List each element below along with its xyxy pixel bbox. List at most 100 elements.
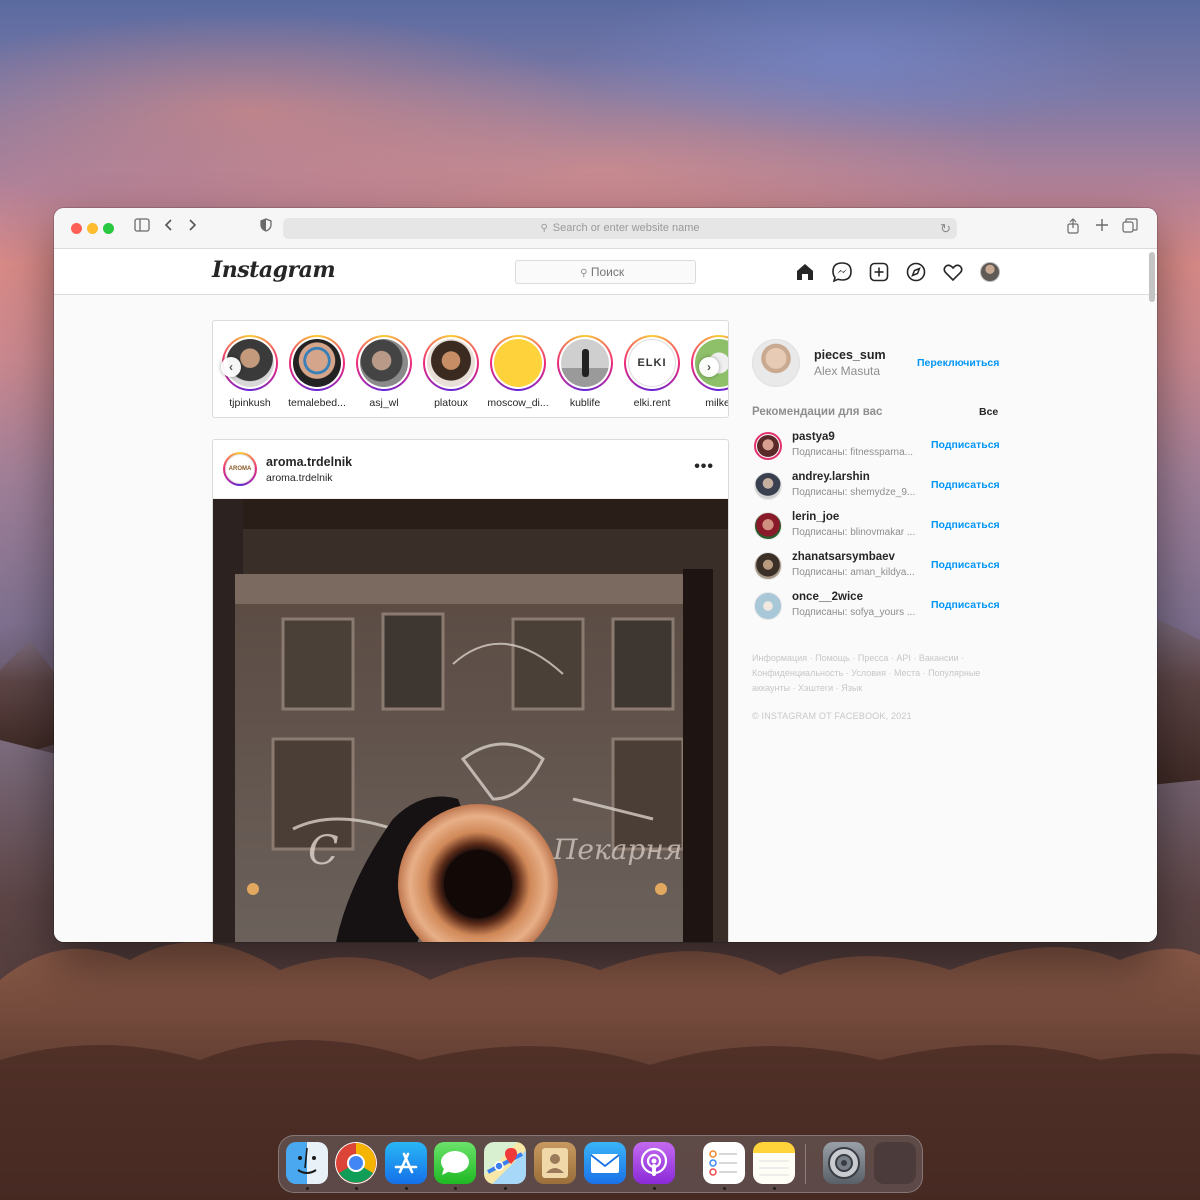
story-item[interactable]: asj_wl bbox=[351, 335, 417, 409]
empty-slot[interactable] bbox=[874, 1142, 916, 1184]
story-item[interactable]: ELKI elki.rent bbox=[619, 335, 685, 409]
minimize-window-button[interactable] bbox=[87, 223, 98, 234]
story-username: kublife bbox=[569, 397, 601, 409]
profile-avatar[interactable] bbox=[980, 262, 1000, 282]
finder-icon[interactable] bbox=[286, 1142, 328, 1184]
address-placeholder: Search or enter website name bbox=[552, 222, 700, 234]
suggestion-avatar[interactable] bbox=[754, 432, 782, 460]
messages-icon[interactable] bbox=[434, 1142, 476, 1184]
suggestion-row: once__2wice Подписаны: sofya_yours ... П… bbox=[752, 588, 1002, 622]
suggestion-username[interactable]: andrey.larshin bbox=[792, 471, 870, 483]
stories-prev-arrow[interactable]: ‹ bbox=[221, 357, 241, 377]
sidebar-toggle-icon[interactable] bbox=[132, 218, 152, 238]
see-all-link[interactable]: Все bbox=[979, 406, 998, 418]
suggestion-followed-by: Подписаны: shemydze_9... bbox=[792, 487, 916, 498]
suggestion-row: lerin_joe Подписаны: blinovmakar ... Под… bbox=[752, 508, 1002, 542]
running-indicator bbox=[653, 1187, 656, 1190]
zoom-window-button[interactable] bbox=[103, 223, 114, 234]
suggestion-row: pastya9 Подписаны: fitnessparna... Подпи… bbox=[752, 428, 1002, 462]
suggestion-followed-by: Подписаны: aman_kildya... bbox=[792, 567, 915, 578]
suggestion-row: andrey.larshin Подписаны: shemydze_9... … bbox=[752, 468, 1002, 502]
share-icon[interactable] bbox=[1063, 218, 1083, 238]
browser-window: ⚲ Search or enter website name ↻ Instagra… bbox=[54, 208, 1157, 942]
story-username: elki.rent bbox=[633, 397, 671, 409]
running-indicator bbox=[454, 1187, 457, 1190]
chrome-icon[interactable] bbox=[335, 1142, 377, 1184]
story-item[interactable]: platoux bbox=[418, 335, 484, 409]
recommendations-title: Рекомендации для вас bbox=[752, 406, 883, 418]
new-tab-icon[interactable] bbox=[1092, 218, 1112, 238]
follow-button[interactable]: Подписаться bbox=[931, 439, 1000, 451]
reminders-icon[interactable] bbox=[703, 1142, 745, 1184]
suggestion-avatar[interactable] bbox=[754, 592, 782, 620]
follow-button[interactable]: Подписаться bbox=[931, 479, 1000, 491]
search-box[interactable]: ⚲ bbox=[515, 260, 696, 284]
story-avatar bbox=[293, 339, 341, 387]
post-location[interactable]: aroma.trdelnik bbox=[266, 472, 333, 484]
post-author-avatar[interactable]: AROMA bbox=[223, 452, 257, 486]
follow-button[interactable]: Подписаться bbox=[931, 599, 1000, 611]
explore-compass-icon[interactable] bbox=[905, 261, 927, 283]
running-indicator bbox=[773, 1187, 776, 1190]
post-author-username[interactable]: aroma.trdelnik bbox=[266, 455, 352, 469]
suggestion-username[interactable]: pastya9 bbox=[792, 431, 835, 443]
address-bar[interactable]: ⚲ Search or enter website name ↻ bbox=[283, 218, 957, 239]
switch-account-button[interactable]: Переключиться bbox=[917, 357, 999, 369]
footer-links[interactable]: Информация · Помощь · Пресса · API · Вак… bbox=[752, 651, 992, 696]
browser-toolbar: ⚲ Search or enter website name ↻ bbox=[54, 208, 1157, 249]
search-icon: ⚲ bbox=[540, 223, 548, 234]
stories-next-arrow[interactable]: › bbox=[699, 357, 719, 377]
story-item[interactable]: temalebed... bbox=[284, 335, 350, 409]
more-options-icon[interactable]: ••• bbox=[694, 458, 714, 476]
svg-text:C: C bbox=[308, 828, 339, 874]
svg-text:Пекарня: Пекарня bbox=[552, 833, 682, 866]
story-username: milkef bbox=[705, 397, 728, 409]
activity-heart-icon[interactable] bbox=[942, 261, 964, 283]
dock-divider bbox=[805, 1144, 806, 1184]
contacts-icon[interactable] bbox=[534, 1142, 576, 1184]
suggestion-username[interactable]: zhanatsarsymbaev bbox=[792, 551, 895, 563]
app-store-icon[interactable] bbox=[385, 1142, 427, 1184]
instagram-logo[interactable]: Instagram bbox=[212, 257, 336, 283]
elki-logo: ELKI bbox=[628, 339, 676, 387]
post-header: AROMA aroma.trdelnik aroma.trdelnik ••• bbox=[213, 440, 728, 499]
podcasts-icon[interactable] bbox=[633, 1142, 675, 1184]
follow-button[interactable]: Подписаться bbox=[931, 519, 1000, 531]
current-user-avatar[interactable] bbox=[752, 339, 800, 387]
story-username: asj_wl bbox=[369, 397, 399, 409]
feed-main: tjpinkush temalebed... asj_wl platoux mo… bbox=[54, 295, 1157, 942]
new-post-icon[interactable] bbox=[868, 261, 890, 283]
maps-icon[interactable] bbox=[484, 1142, 526, 1184]
story-item[interactable]: kublife bbox=[552, 335, 618, 409]
copyright-text: © INSTAGRAM ОТ FACEBOOK, 2021 bbox=[752, 711, 912, 721]
suggestion-avatar[interactable] bbox=[754, 472, 782, 500]
post-image[interactable]: C Пекарня R bbox=[213, 499, 728, 942]
home-icon[interactable] bbox=[794, 261, 816, 283]
suggestion-avatar[interactable] bbox=[754, 512, 782, 540]
notes-icon[interactable] bbox=[753, 1142, 795, 1184]
suggestion-username[interactable]: once__2wice bbox=[792, 591, 863, 603]
forward-icon[interactable] bbox=[182, 218, 202, 238]
suggestion-followed-by: Подписаны: blinovmakar ... bbox=[792, 527, 916, 538]
page-scrollbar[interactable] bbox=[1149, 252, 1155, 302]
close-window-button[interactable] bbox=[71, 223, 82, 234]
suggestion-followed-by: Подписаны: fitnessparna... bbox=[792, 447, 914, 458]
search-input[interactable] bbox=[590, 265, 631, 279]
reload-icon[interactable]: ↻ bbox=[940, 218, 951, 239]
mail-icon[interactable] bbox=[584, 1142, 626, 1184]
suggestion-username[interactable]: lerin_joe bbox=[792, 511, 839, 523]
instagram-header: Instagram ⚲ bbox=[54, 249, 1157, 295]
current-user-username[interactable]: pieces_sum bbox=[814, 348, 886, 362]
privacy-shield-icon[interactable] bbox=[256, 218, 276, 238]
system-preferences-icon[interactable] bbox=[823, 1142, 865, 1184]
search-icon: ⚲ bbox=[580, 268, 588, 279]
tab-overview-icon[interactable] bbox=[1120, 218, 1140, 238]
suggestion-followed-by: Подписаны: sofya_yours ... bbox=[792, 607, 916, 618]
story-username: platoux bbox=[434, 397, 468, 409]
story-item[interactable]: moscow_di... bbox=[485, 335, 551, 409]
back-icon[interactable] bbox=[159, 218, 179, 238]
messenger-icon[interactable] bbox=[831, 261, 853, 283]
suggestion-avatar[interactable] bbox=[754, 552, 782, 580]
dock bbox=[278, 1135, 923, 1193]
follow-button[interactable]: Подписаться bbox=[931, 559, 1000, 571]
